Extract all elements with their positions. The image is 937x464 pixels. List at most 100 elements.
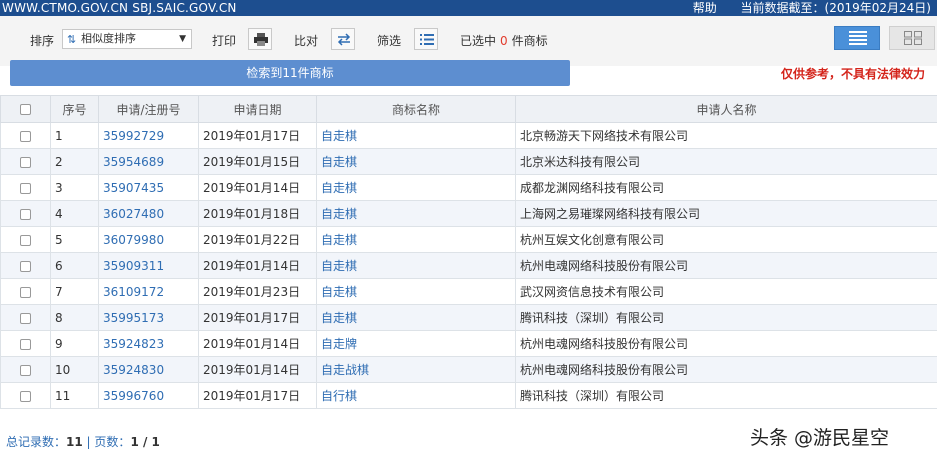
row-applicant: 北京畅游天下网络技术有限公司 (515, 122, 937, 149)
sort-label: 排序 (30, 34, 55, 48)
row-applicant: 腾讯科技（深圳）有限公司 (515, 382, 937, 409)
select-all-cell (0, 95, 51, 123)
row-reg-no-link[interactable]: 35992729 (98, 122, 199, 149)
row-no: 1 (50, 122, 99, 149)
row-date: 2019年01月14日 (198, 252, 317, 279)
pagination-info: 总记录数：11 | 页数：1 / 1 (6, 433, 160, 450)
row-select-cell (0, 200, 51, 227)
row-select-cell (0, 304, 51, 331)
select-all-checkbox[interactable] (20, 104, 31, 115)
row-trademark-link[interactable]: 自走棋 (316, 122, 516, 149)
header-no: 序号 (50, 95, 99, 123)
list-view-icon (849, 31, 867, 45)
table-row: 10 35924830 2019年01月14日 自走战棋 杭州电魂网络科技股份有限公司 (0, 356, 937, 383)
header-date: 申请日期 (198, 95, 317, 123)
table-row: 9 35924823 2019年01月14日 自走牌 杭州电魂网络科技股份有限公司 (0, 330, 937, 357)
list-view-button[interactable] (834, 26, 880, 50)
row-trademark-link[interactable]: 自走棋 (316, 252, 516, 279)
row-trademark-link[interactable]: 自走棋 (316, 304, 516, 331)
grid-view-icon (904, 31, 922, 45)
row-checkbox[interactable] (20, 312, 31, 324)
disclaimer: 仅供参考，不具有法律效力 (780, 67, 925, 81)
pages-label: 页数： (94, 435, 131, 449)
print-button[interactable] (248, 28, 272, 50)
row-reg-no-link[interactable]: 35907435 (98, 174, 199, 201)
filter-label: 筛选 (377, 34, 402, 48)
row-trademark-link[interactable]: 自行棋 (316, 382, 516, 409)
row-reg-no-link[interactable]: 35995173 (98, 304, 199, 331)
row-checkbox[interactable] (20, 338, 31, 350)
row-checkbox[interactable] (20, 156, 31, 168)
watermark: 头条 @游民星空 (750, 427, 890, 449)
row-reg-no-link[interactable]: 36027480 (98, 200, 199, 227)
row-checkbox[interactable] (20, 234, 31, 246)
row-checkbox[interactable] (20, 208, 31, 220)
table-row: 11 35996760 2019年01月17日 自行棋 腾讯科技（深圳）有限公司 (0, 382, 937, 409)
selected-count-text: 已选中 0 件商标 (460, 32, 548, 49)
row-no: 5 (50, 226, 99, 253)
row-select-cell (0, 382, 51, 409)
row-trademark-link[interactable]: 自走牌 (316, 330, 516, 357)
grid-view-button[interactable] (889, 26, 935, 50)
row-reg-no-link[interactable]: 36079980 (98, 226, 199, 253)
row-checkbox[interactable] (20, 260, 31, 272)
row-trademark-link[interactable]: 自走棋 (316, 148, 516, 175)
table-header-row: 序号 申请/注册号 申请日期 商标名称 申请人名称 (0, 95, 937, 123)
row-select-cell (0, 122, 51, 149)
row-date: 2019年01月22日 (198, 226, 317, 253)
sort-select[interactable]: ⇅ 相似度排序 ▼ (62, 29, 192, 49)
toolbar: 排序 ⇅ 相似度排序 ▼ 打印 比对 筛选 已选中 0 件商标 (0, 16, 937, 66)
row-checkbox[interactable] (20, 390, 31, 402)
row-applicant: 杭州电魂网络科技股份有限公司 (515, 356, 937, 383)
row-date: 2019年01月17日 (198, 122, 317, 149)
row-reg-no-link[interactable]: 35909311 (98, 252, 199, 279)
search-result-bar: 检索到11件商标 (10, 60, 570, 86)
row-reg-no-link[interactable]: 36109172 (98, 278, 199, 305)
row-applicant: 杭州电魂网络科技股份有限公司 (515, 252, 937, 279)
row-trademark-link[interactable]: 自走棋 (316, 174, 516, 201)
row-date: 2019年01月15日 (198, 148, 317, 175)
row-trademark-link[interactable]: 自走棋 (316, 278, 516, 305)
row-applicant: 杭州互娱文化创意有限公司 (515, 226, 937, 253)
table-row: 7 36109172 2019年01月23日 自走棋 武汉网资信息技术有限公司 (0, 278, 937, 305)
row-checkbox[interactable] (20, 364, 31, 376)
row-no: 10 (50, 356, 99, 383)
row-select-cell (0, 174, 51, 201)
row-applicant: 腾讯科技（深圳）有限公司 (515, 304, 937, 331)
row-checkbox[interactable] (20, 130, 31, 142)
row-reg-no-link[interactable]: 35954689 (98, 148, 199, 175)
compare-label: 比对 (294, 34, 319, 48)
selected-suffix: 件商标 (511, 34, 548, 48)
row-no: 11 (50, 382, 99, 409)
help-link[interactable]: 帮助 (693, 1, 717, 15)
header-trademark: 商标名称 (316, 95, 516, 123)
row-trademark-link[interactable]: 自走棋 (316, 200, 516, 227)
selected-prefix: 已选中 (460, 34, 497, 48)
row-select-cell (0, 278, 51, 305)
results-table: 序号 申请/注册号 申请日期 商标名称 申请人名称 1 35992729 2019年… (0, 95, 937, 409)
table-row: 1 35992729 2019年01月17日 自走棋 北京畅游天下网络技术有限公司 (0, 122, 937, 149)
footer-separator: | (86, 435, 91, 449)
row-select-cell (0, 148, 51, 175)
row-trademark-link[interactable]: 自走棋 (316, 226, 516, 253)
row-no: 9 (50, 330, 99, 357)
row-applicant: 成都龙渊网络科技有限公司 (515, 174, 937, 201)
row-reg-no-link[interactable]: 35924823 (98, 330, 199, 357)
filter-button[interactable] (414, 28, 438, 50)
table-row: 4 36027480 2019年01月18日 自走棋 上海网之易璀璨网络科技有限公司 (0, 200, 937, 227)
row-reg-no-link[interactable]: 35924830 (98, 356, 199, 383)
sort-value: 相似度排序 (81, 32, 136, 45)
row-reg-no-link[interactable]: 35996760 (98, 382, 199, 409)
printer-icon (254, 33, 268, 46)
row-trademark-link[interactable]: 自走战棋 (316, 356, 516, 383)
row-checkbox[interactable] (20, 286, 31, 298)
selected-count: 0 (500, 34, 508, 48)
row-select-cell (0, 356, 51, 383)
row-no: 4 (50, 200, 99, 227)
row-date: 2019年01月14日 (198, 174, 317, 201)
row-date: 2019年01月14日 (198, 330, 317, 357)
row-checkbox[interactable] (20, 182, 31, 194)
compare-button[interactable] (331, 28, 355, 50)
table-row: 5 36079980 2019年01月22日 自走棋 杭州互娱文化创意有限公司 (0, 226, 937, 253)
row-date: 2019年01月14日 (198, 356, 317, 383)
